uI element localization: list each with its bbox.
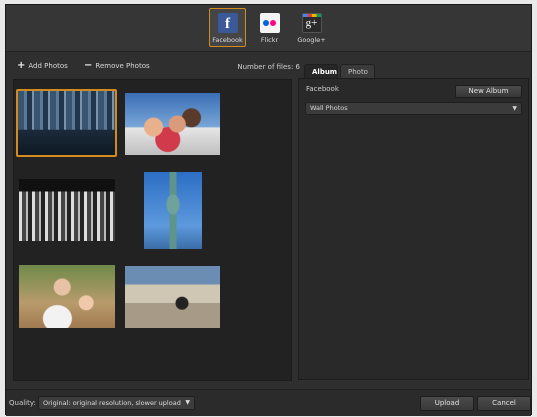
chevron-down-icon: ▼: [185, 399, 190, 406]
minus-icon: −: [84, 60, 93, 71]
quality-select-value: Original: original resolution, slower up…: [43, 399, 181, 407]
photo-toolbar: + Add Photos − Remove Photos Number of f…: [14, 60, 300, 76]
bottom-bar: Quality: Original: original resolution, …: [6, 389, 531, 416]
tab-album[interactable]: Album: [304, 64, 338, 78]
new-album-button[interactable]: New Album: [455, 85, 522, 98]
photo-thumbnail[interactable]: [16, 89, 117, 157]
album-select[interactable]: Wall Photos ▼: [305, 102, 522, 115]
service-label: Facebook: [212, 36, 243, 44]
service-bar: f Facebook Flickr g+ Google+: [6, 5, 531, 52]
service-label: Flickr: [260, 36, 279, 44]
photo-thumbnail[interactable]: [142, 170, 204, 251]
tab-photo[interactable]: Photo: [340, 64, 375, 78]
add-photos-label: Add Photos: [28, 62, 68, 70]
chevron-down-icon: ▼: [512, 105, 517, 112]
album-select-value: Wall Photos: [310, 104, 348, 112]
service-google-plus-button[interactable]: g+ Google+: [293, 8, 330, 47]
photo-thumbnail[interactable]: [17, 263, 117, 330]
plus-icon: +: [17, 60, 26, 71]
upload-button[interactable]: Upload: [420, 396, 474, 411]
flickr-icon: [259, 13, 280, 33]
account-label: Facebook: [306, 85, 339, 93]
photo-grid: [13, 79, 292, 381]
remove-photos-label: Remove Photos: [95, 62, 150, 70]
service-label: Google+: [297, 36, 326, 44]
photo-thumbnail[interactable]: [123, 264, 222, 330]
album-panel: Facebook New Album Wall Photos ▼: [298, 78, 529, 380]
google-plus-icon: g+: [301, 13, 322, 33]
cancel-button[interactable]: Cancel: [477, 396, 531, 411]
facebook-icon: f: [217, 13, 238, 33]
add-photos-button[interactable]: + Add Photos: [17, 60, 68, 71]
service-facebook-button[interactable]: f Facebook: [209, 8, 246, 47]
photo-thumbnail[interactable]: [123, 91, 222, 157]
quality-select[interactable]: Original: original resolution, slower up…: [38, 396, 195, 410]
remove-photos-button[interactable]: − Remove Photos: [84, 60, 150, 71]
upload-dialog: f Facebook Flickr g+ Google+ + Add Photo…: [5, 4, 532, 416]
photo-thumbnail[interactable]: [17, 177, 117, 243]
file-count: Number of files: 6: [237, 63, 300, 71]
service-flickr-button[interactable]: Flickr: [251, 8, 288, 47]
quality-label: Quality:: [9, 399, 36, 407]
